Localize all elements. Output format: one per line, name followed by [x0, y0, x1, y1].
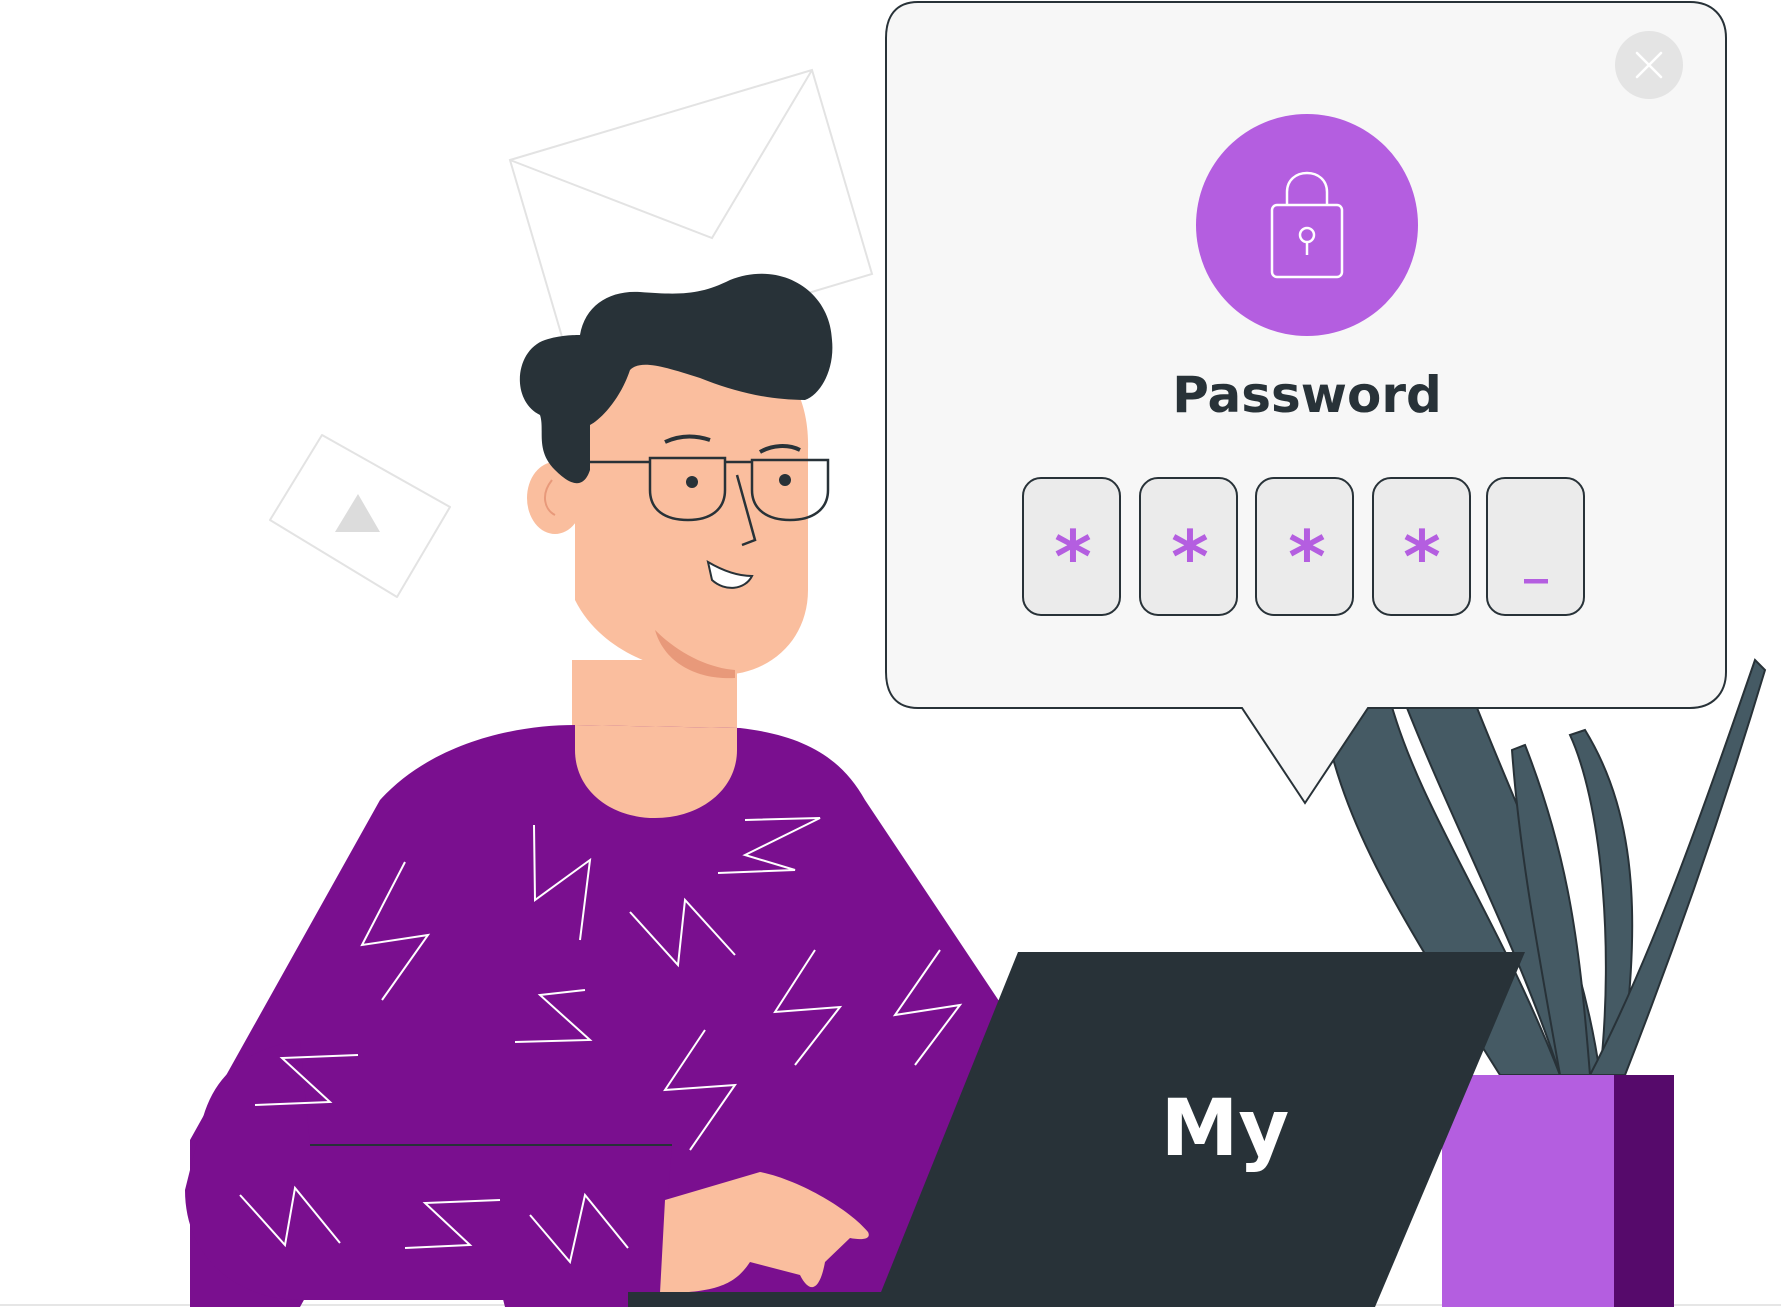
dialog-title: Password [1172, 366, 1442, 424]
pin-box-2[interactable]: * [1139, 477, 1238, 616]
illustration-scene: My Password * * * * _ [0, 0, 1781, 1307]
pin-char-1: * [1054, 515, 1092, 599]
pin-box-3[interactable]: * [1255, 477, 1354, 616]
pin-box-4[interactable]: * [1372, 477, 1471, 616]
pin-char-2: * [1171, 515, 1209, 599]
pin-char-5: _ [1524, 528, 1548, 584]
pin-box-1[interactable]: * [1022, 477, 1121, 616]
pin-char-3: * [1288, 515, 1326, 599]
pin-char-4: * [1403, 515, 1441, 599]
plant-pot [1442, 1075, 1674, 1307]
person [185, 273, 1005, 1307]
close-button[interactable] [1615, 31, 1683, 99]
laptop-brand: My [1161, 1084, 1289, 1174]
pin-entry[interactable]: * * * * _ [1022, 477, 1585, 616]
pin-box-5[interactable]: _ [1486, 477, 1585, 616]
play-icon [269, 434, 451, 598]
lock-badge [1196, 114, 1418, 336]
password-dialog: Password * * * * _ [885, 1, 1727, 805]
